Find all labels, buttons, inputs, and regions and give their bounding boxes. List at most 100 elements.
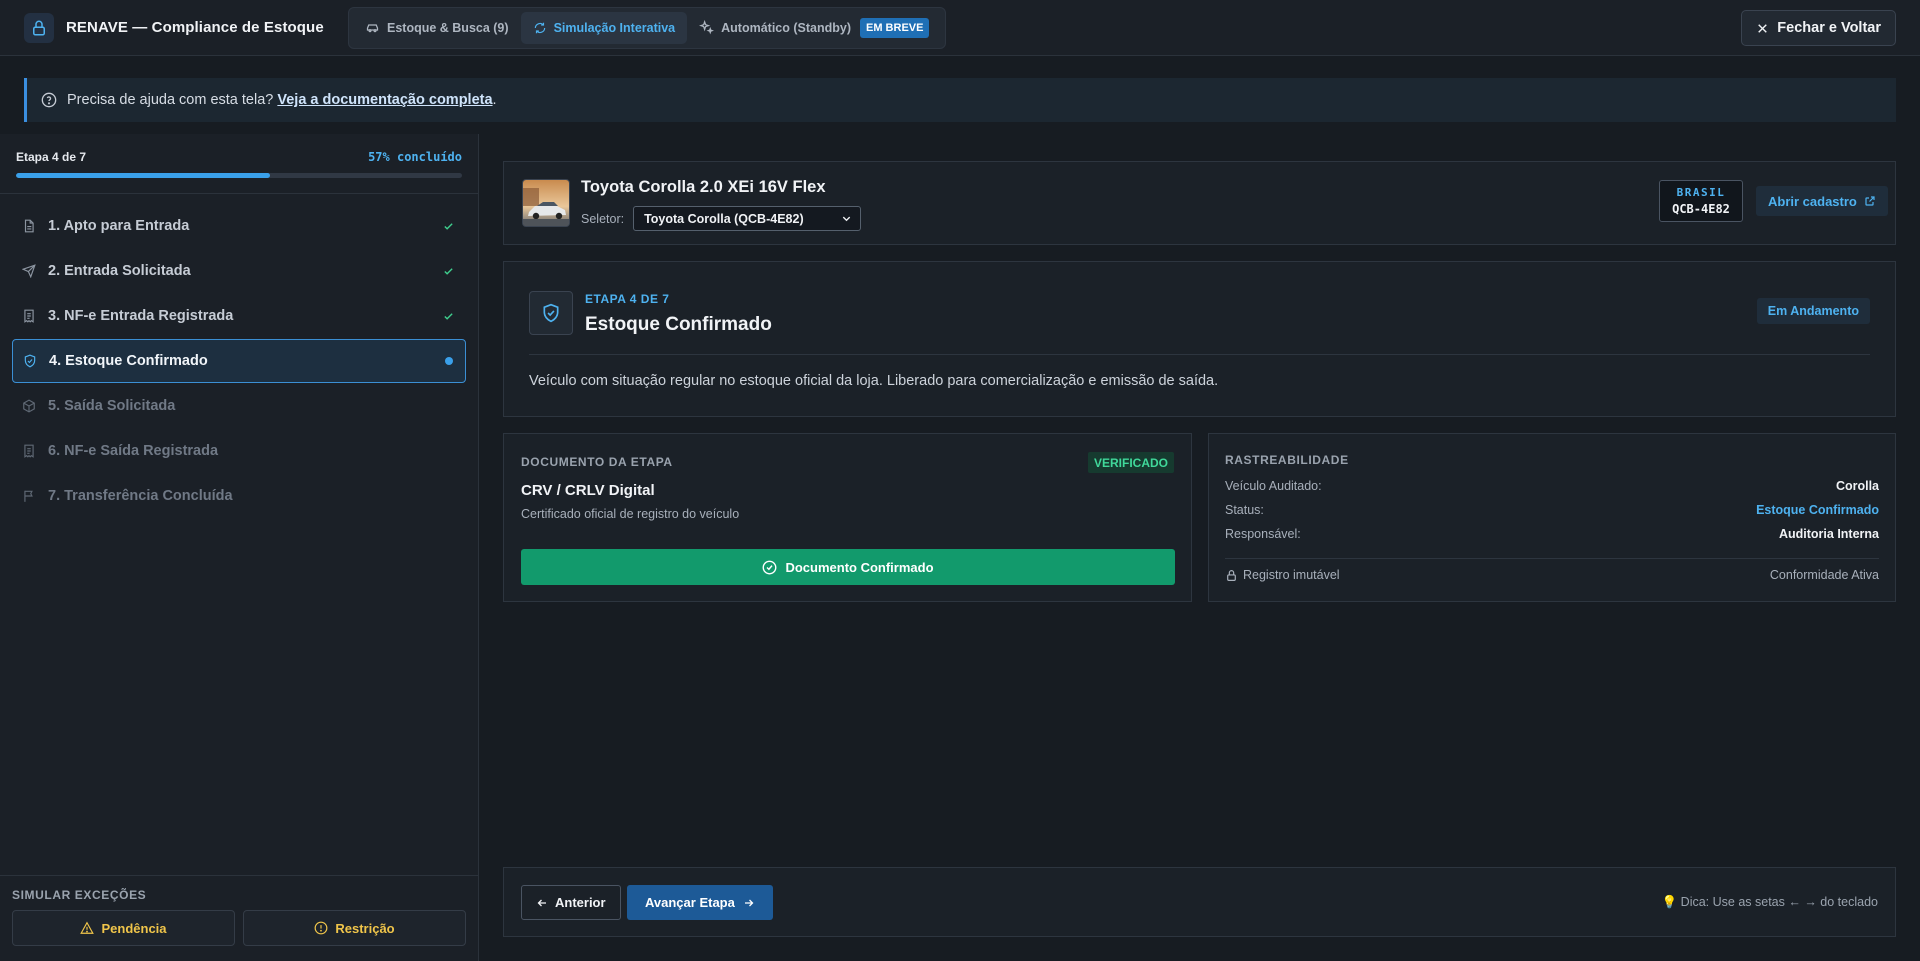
brand: RENAVE — Compliance de Estoque <box>24 12 348 43</box>
trace-footer: Registro imutável Conformidade Ativa <box>1225 568 1879 582</box>
status-badge: Em Andamento <box>1756 298 1870 324</box>
select-value: Toyota Corolla (QCB-4E82) <box>644 211 804 226</box>
app-title: RENAVE — Compliance de Estoque <box>66 19 324 36</box>
tab-simulacao-interativa[interactable]: Simulação Interativa <box>520 11 688 44</box>
vehicle-thumbnail <box>522 179 570 227</box>
top-bar: RENAVE — Compliance de Estoque Estoque &… <box>0 0 1920 56</box>
progress-label: Etapa 4 de 7 <box>16 150 87 164</box>
step-label: 2. Entrada Solicitada <box>48 263 191 279</box>
restricao-button[interactable]: Restrição <box>243 910 466 946</box>
compliance-label: Conformidade Ativa <box>1769 568 1879 582</box>
open-record-button[interactable]: Abrir cadastro <box>1756 186 1888 216</box>
verified-badge: VERIFICADO <box>1087 452 1174 473</box>
send-icon <box>22 264 38 278</box>
receipt-icon <box>22 309 38 323</box>
sidebar-step-3[interactable]: 3. NF-e Entrada Registrada <box>12 294 466 338</box>
alert-circle-icon <box>314 921 328 935</box>
progress-header: Etapa 4 de 7 57% concluído <box>0 134 478 194</box>
check-icon <box>443 221 454 232</box>
previous-button[interactable]: Anterior <box>521 885 621 920</box>
shield-check-icon <box>23 354 39 368</box>
close-button[interactable]: Fechar e Voltar <box>1741 10 1896 46</box>
vehicle-title: Toyota Corolla 2.0 XEi 16V Flex <box>581 178 826 196</box>
warning-icon <box>80 921 95 935</box>
arrow-left-icon <box>536 897 548 909</box>
document-confirmed-button[interactable]: Documento Confirmado <box>521 549 1175 585</box>
check-circle-icon <box>762 560 777 575</box>
plate-country: BRASIL <box>1676 186 1726 199</box>
tab-automatico[interactable]: Automático (Standby) EM BREVE <box>687 12 941 44</box>
car-icon <box>365 20 380 35</box>
tab-label: Automático (Standby) <box>721 20 851 35</box>
trace-key: Responsável: <box>1225 527 1301 541</box>
selector-label: Seletor: <box>581 211 625 226</box>
trace-value: Estoque Confirmado <box>1756 503 1879 517</box>
trace-key: Status: <box>1225 503 1264 517</box>
sidebar-step-4[interactable]: 4. Estoque Confirmado <box>12 339 466 383</box>
sidebar-step-6[interactable]: 6. NF-e Saída Registrada <box>12 429 466 473</box>
tab-estoque-busca[interactable]: Estoque & Busca (9) <box>353 12 521 44</box>
document-icon <box>22 219 38 233</box>
previous-label: Anterior <box>555 895 606 910</box>
sparkles-icon <box>699 20 715 35</box>
stage-title: Estoque Confirmado <box>585 314 772 335</box>
traceability-section-label: RASTREABILIDADE <box>1225 453 1349 467</box>
vehicle-select[interactable]: Toyota Corolla (QCB-4E82) <box>633 206 862 231</box>
lock-icon <box>24 12 54 43</box>
sidebar-step-7[interactable]: 7. Transferência Concluída <box>12 474 466 518</box>
vehicle-card: Toyota Corolla 2.0 XEi 16V Flex Seletor:… <box>503 161 1896 245</box>
flag-icon <box>22 489 38 503</box>
help-text: Precisa de ajuda com esta tela? <box>67 92 274 108</box>
open-record-label: Abrir cadastro <box>1768 193 1857 209</box>
step-label: 6. NF-e Saída Registrada <box>48 443 219 459</box>
package-icon <box>22 399 38 413</box>
coming-soon-badge: EM BREVE <box>860 17 930 38</box>
advance-step-button[interactable]: Avançar Etapa <box>627 885 773 920</box>
step-label: 7. Transferência Concluída <box>48 488 233 504</box>
lock-icon <box>1225 569 1238 582</box>
traceability-card: RASTREABILIDADE Veículo Auditado: Corolla… <box>1208 433 1896 602</box>
stage-card: ETAPA 4 DE 7 Estoque Confirmado Em Andam… <box>503 261 1896 417</box>
mode-tabs: Estoque & Busca (9) Simulação Interativa… <box>348 6 947 49</box>
divider <box>529 354 1870 355</box>
document-subtitle: Certificado oficial de registro do veícu… <box>521 507 740 521</box>
pendencia-label: Pendência <box>101 920 167 936</box>
trace-row-vehicle: Veículo Auditado: Corolla <box>1225 479 1879 493</box>
pendencia-button[interactable]: Pendência <box>12 910 235 946</box>
restricao-label: Restrição <box>335 920 395 936</box>
trace-key: Veículo Auditado: <box>1225 479 1322 493</box>
progress-bar <box>16 173 462 178</box>
progress-percent: 57% concluído <box>368 150 462 164</box>
tab-label: Simulação Interativa <box>553 20 676 35</box>
vehicle-selector: Seletor: Toyota Corolla (QCB-4E82) <box>581 206 862 231</box>
document-name: CRV / CRLV Digital <box>521 482 655 499</box>
trace-row-status: Status: Estoque Confirmado <box>1225 503 1879 517</box>
license-plate: BRASIL QCB-4E82 <box>1659 180 1743 222</box>
step-label: 1. Apto para Entrada <box>48 218 190 234</box>
step-list: 1. Apto para Entrada 2. Entrada Solicitad… <box>0 194 478 518</box>
help-banner: Precisa de ajuda com esta tela? Veja a d… <box>24 78 1896 122</box>
step-label: 4. Estoque Confirmado <box>49 353 208 369</box>
advance-label: Avançar Etapa <box>645 895 735 910</box>
sidebar-step-1[interactable]: 1. Apto para Entrada <box>12 204 466 248</box>
trace-value: Auditoria Interna <box>1778 527 1879 541</box>
close-label: Fechar e Voltar <box>1777 20 1881 36</box>
sidebar-step-5[interactable]: 5. Saída Solicitada <box>12 384 466 428</box>
trace-row-owner: Responsável: Auditoria Interna <box>1225 527 1879 541</box>
current-step-dot <box>445 357 453 365</box>
documentation-link[interactable]: Veja a documentação completa <box>277 92 492 108</box>
step-label: 3. NF-e Entrada Registrada <box>48 308 234 324</box>
document-section-label: DOCUMENTO DA ETAPA <box>521 455 673 469</box>
trace-value: Corolla <box>1835 479 1879 493</box>
stage-kicker: ETAPA 4 DE 7 <box>585 292 670 306</box>
check-icon <box>443 311 454 322</box>
close-icon <box>1756 22 1769 35</box>
progress-bar-fill <box>16 173 271 178</box>
refresh-icon <box>533 21 547 35</box>
help-suffix: . <box>492 92 497 108</box>
stage-description: Veículo com situação regular no estoque … <box>529 373 1219 389</box>
step-navigation: Anterior Avançar Etapa 💡 Dica: Use as se… <box>503 867 1896 937</box>
simulate-title: SIMULAR EXCEÇÕES <box>12 888 147 902</box>
sidebar-step-2[interactable]: 2. Entrada Solicitada <box>12 249 466 293</box>
tab-label: Estoque & Busca (9) <box>387 20 509 35</box>
